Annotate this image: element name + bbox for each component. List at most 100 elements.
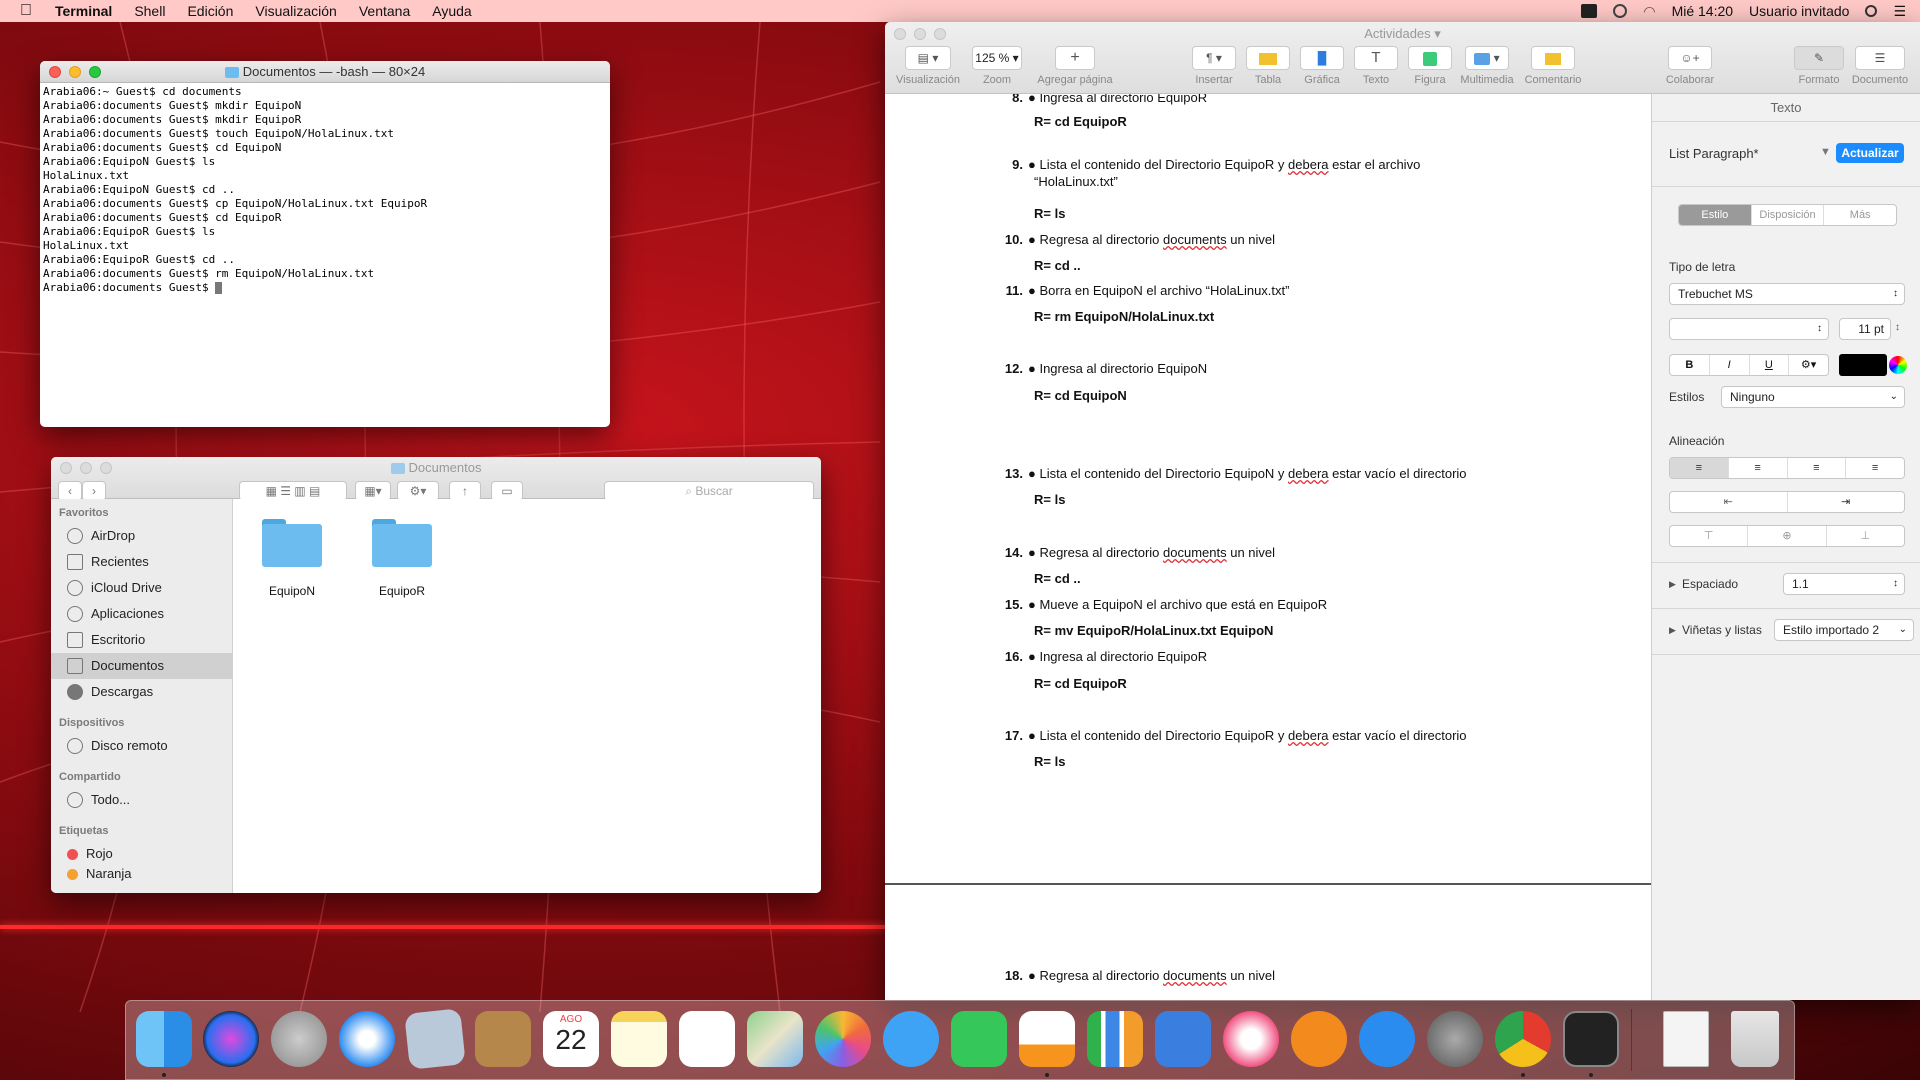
underline-button[interactable]: U bbox=[1750, 355, 1790, 375]
align-right-icon[interactable]: ≡ bbox=[1788, 458, 1847, 478]
finder-search-field[interactable]: ⌕ Buscar bbox=[604, 481, 814, 501]
time-machine-icon[interactable] bbox=[1613, 4, 1628, 18]
spacing-label[interactable]: Espaciado bbox=[1682, 577, 1738, 591]
bold-button[interactable]: B bbox=[1670, 355, 1710, 375]
align-top-icon[interactable]: ⊤ bbox=[1670, 526, 1749, 546]
sidebar-item-tag-naranja[interactable]: Naranja bbox=[51, 867, 232, 881]
action-button[interactable]: ⚙▾ bbox=[397, 481, 439, 501]
menu-shell[interactable]: Shell bbox=[123, 3, 176, 19]
bullets-label[interactable]: Viñetas y listas bbox=[1682, 623, 1762, 637]
misspelled-word[interactable]: documents bbox=[1163, 545, 1227, 560]
menu-ayuda[interactable]: Ayuda bbox=[421, 3, 482, 19]
align-bottom-icon[interactable]: ⊥ bbox=[1827, 526, 1904, 546]
share-button[interactable]: ↑ bbox=[449, 481, 481, 501]
tab-disposicion[interactable]: Disposición bbox=[1752, 205, 1825, 225]
text-color-well[interactable] bbox=[1839, 354, 1887, 376]
finder-icon[interactable] bbox=[136, 1011, 192, 1067]
launchpad-icon[interactable] bbox=[271, 1011, 327, 1067]
system-preferences-icon[interactable] bbox=[1427, 1011, 1483, 1067]
format-tab[interactable]: ✎ Formato bbox=[1791, 46, 1847, 86]
back-button[interactable]: ‹ bbox=[58, 481, 82, 501]
paragraph-style-name[interactable]: List Paragraph* bbox=[1669, 146, 1759, 161]
font-family-select[interactable]: Trebuchet MS ↕ bbox=[1669, 283, 1905, 305]
text-options-gear-icon[interactable]: ⚙▾ bbox=[1789, 355, 1828, 375]
contacts-icon[interactable] bbox=[475, 1011, 531, 1067]
spacing-select[interactable]: 1.1 ↕ bbox=[1783, 573, 1905, 595]
minimize-icon[interactable] bbox=[69, 66, 81, 78]
zoom-control[interactable]: 125 % ▾ Zoom bbox=[967, 46, 1027, 86]
pages-icon[interactable] bbox=[1019, 1011, 1075, 1067]
inspector-header[interactable]: Texto bbox=[1652, 94, 1920, 122]
reminders-icon[interactable] bbox=[679, 1011, 735, 1067]
document-tab[interactable]: ☰ Documento bbox=[1847, 46, 1913, 86]
sidebar-item-todo[interactable]: Todo... bbox=[51, 787, 232, 813]
wifi-icon[interactable]: ◠ bbox=[1643, 3, 1655, 20]
forward-button[interactable]: › bbox=[82, 481, 106, 501]
messages-icon[interactable] bbox=[883, 1011, 939, 1067]
italic-button[interactable]: I bbox=[1710, 355, 1750, 375]
add-page-button[interactable]: + Agregar página bbox=[1029, 46, 1121, 86]
disclosure-triangle-icon[interactable]: ▶ bbox=[1669, 579, 1676, 590]
increase-indent-icon[interactable]: ⇥ bbox=[1788, 492, 1905, 512]
align-left-icon[interactable]: ≡ bbox=[1670, 458, 1729, 478]
pages-document-title[interactable]: Actividades ▾ bbox=[885, 26, 1920, 42]
view-mode-selector[interactable]: ▦ ☰ ▥ ▤ bbox=[239, 481, 347, 501]
sidebar-item-tag-rojo[interactable]: Rojo bbox=[51, 841, 232, 867]
input-source-icon[interactable] bbox=[1581, 4, 1598, 18]
group-button[interactable]: ▦▾ bbox=[355, 481, 391, 501]
media-button[interactable]: ▾ Multimedia bbox=[1457, 46, 1517, 86]
sidebar-item-airdrop[interactable]: AirDrop bbox=[51, 523, 232, 549]
collaborate-button[interactable]: ☺+ Colaborar bbox=[1655, 46, 1725, 86]
insert-button[interactable]: ¶ ▾ Insertar bbox=[1185, 46, 1243, 86]
bullets-select[interactable]: Estilo importado 2 ⌄ bbox=[1774, 619, 1914, 641]
tags-button[interactable]: ▭ bbox=[491, 481, 523, 501]
facetime-icon[interactable] bbox=[951, 1011, 1007, 1067]
sidebar-item-icloud[interactable]: iCloud Drive bbox=[51, 575, 232, 601]
update-style-button[interactable]: Actualizar bbox=[1836, 143, 1904, 163]
zoom-icon[interactable] bbox=[89, 66, 101, 78]
tab-mas[interactable]: Más bbox=[1824, 205, 1896, 225]
mail-icon[interactable] bbox=[404, 1008, 466, 1070]
photos-icon[interactable] bbox=[815, 1011, 871, 1067]
menu-ventana[interactable]: Ventana bbox=[348, 3, 421, 19]
disclosure-triangle-icon[interactable]: ▶ bbox=[1669, 625, 1676, 636]
siri-icon[interactable] bbox=[203, 1011, 259, 1067]
terminal-titlebar[interactable]: Documentos — -bash — 80×24 bbox=[40, 61, 610, 83]
menu-user[interactable]: Usuario invitado bbox=[1749, 3, 1849, 19]
trash-icon[interactable] bbox=[1731, 1011, 1779, 1067]
sidebar-item-recientes[interactable]: Recientes bbox=[51, 549, 232, 575]
apple-menu-icon[interactable]:  bbox=[0, 2, 44, 20]
sidebar-item-disco-remoto[interactable]: Disco remoto bbox=[51, 733, 232, 759]
sidebar-item-aplicaciones[interactable]: Aplicaciones bbox=[51, 601, 232, 627]
view-button[interactable]: ▤ ▾ Visualización bbox=[889, 46, 967, 86]
tab-estilo[interactable]: Estilo bbox=[1679, 205, 1752, 225]
align-justify-icon[interactable]: ≡ bbox=[1846, 458, 1904, 478]
text-button[interactable]: T Texto bbox=[1349, 46, 1403, 86]
keynote-icon[interactable] bbox=[1155, 1011, 1211, 1067]
misspelled-word[interactable]: documents bbox=[1163, 232, 1227, 247]
align-center-icon[interactable]: ≡ bbox=[1729, 458, 1788, 478]
menu-app-name[interactable]: Terminal bbox=[44, 3, 123, 19]
chart-button[interactable]: ▐▌ Gráfica bbox=[1295, 46, 1349, 86]
numbers-icon[interactable] bbox=[1087, 1011, 1143, 1067]
misspelled-word[interactable]: debera bbox=[1288, 728, 1328, 743]
books-icon[interactable] bbox=[1291, 1011, 1347, 1067]
comment-button[interactable]: Comentario bbox=[1521, 46, 1585, 86]
document-file-icon[interactable] bbox=[1663, 1011, 1709, 1067]
sidebar-item-escritorio[interactable]: Escritorio bbox=[51, 627, 232, 653]
close-icon[interactable] bbox=[49, 66, 61, 78]
align-middle-icon[interactable]: ⊕ bbox=[1748, 526, 1827, 546]
table-button[interactable]: Tabla bbox=[1241, 46, 1295, 86]
font-size-field[interactable]: 11 pt bbox=[1839, 318, 1891, 340]
stepper-icon[interactable]: ↕ bbox=[1895, 322, 1900, 333]
menu-visualizacion[interactable]: Visualización bbox=[244, 3, 347, 19]
terminal-icon[interactable] bbox=[1563, 1011, 1619, 1067]
misspelled-word[interactable]: documents bbox=[1163, 968, 1227, 983]
shape-button[interactable]: Figura bbox=[1403, 46, 1457, 86]
notes-icon[interactable] bbox=[611, 1011, 667, 1067]
chrome-icon[interactable] bbox=[1495, 1011, 1551, 1067]
calendar-icon[interactable]: AGO 22 bbox=[543, 1011, 599, 1067]
maps-icon[interactable] bbox=[747, 1011, 803, 1067]
color-wheel-icon[interactable] bbox=[1889, 356, 1907, 374]
misspelled-word[interactable]: debera bbox=[1288, 466, 1328, 481]
